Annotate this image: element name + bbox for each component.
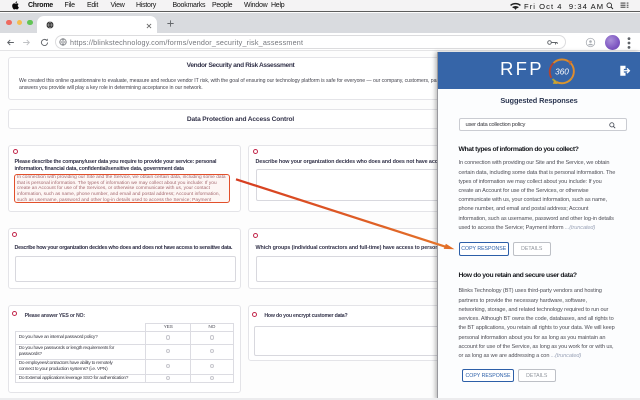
svg-text:360: 360: [555, 67, 569, 76]
